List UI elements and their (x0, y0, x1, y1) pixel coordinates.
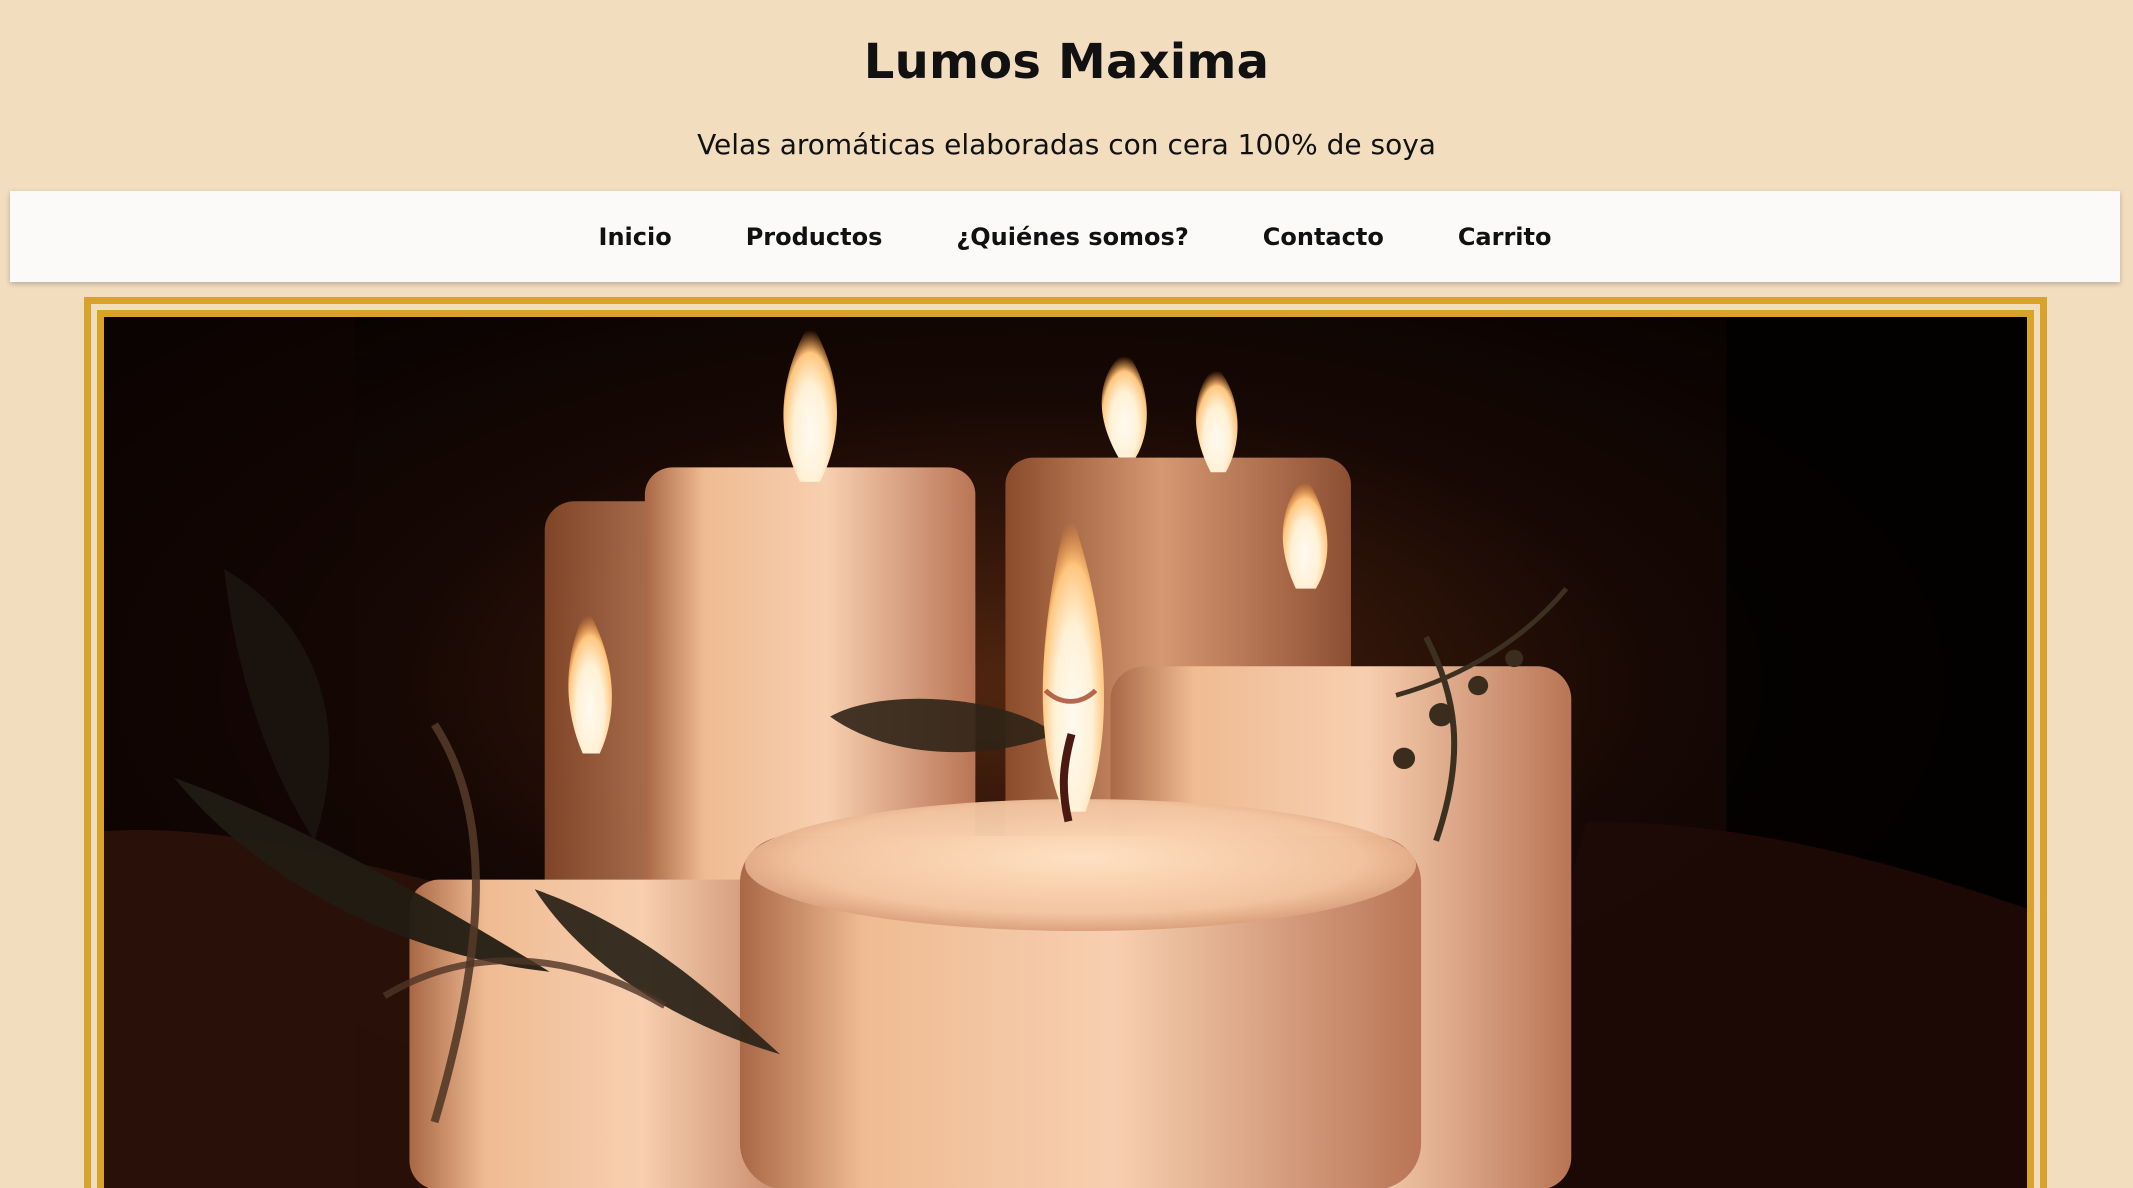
hero-image-frame (84, 297, 2047, 1188)
nav-item-contacto[interactable]: Contacto (1263, 222, 1384, 252)
site-header: Lumos Maxima Velas aromáticas elaboradas… (0, 0, 2133, 190)
nav-item-inicio[interactable]: Inicio (599, 222, 672, 252)
nav-item-carrito[interactable]: Carrito (1458, 222, 1552, 252)
hero-image-border (97, 310, 2034, 1188)
site-subtitle: Velas aromáticas elaboradas con cera 100… (697, 128, 1436, 161)
nav-item-quienes-somos[interactable]: ¿Quiénes somos? (956, 222, 1188, 252)
nav-item-productos[interactable]: Productos (746, 222, 883, 252)
main-navigation: Inicio Productos ¿Quiénes somos? Contact… (10, 191, 2120, 282)
candles-hero-image (104, 317, 2027, 1188)
nav-list: Inicio Productos ¿Quiénes somos? Contact… (562, 222, 1589, 252)
site-title: Lumos Maxima (863, 34, 1270, 90)
